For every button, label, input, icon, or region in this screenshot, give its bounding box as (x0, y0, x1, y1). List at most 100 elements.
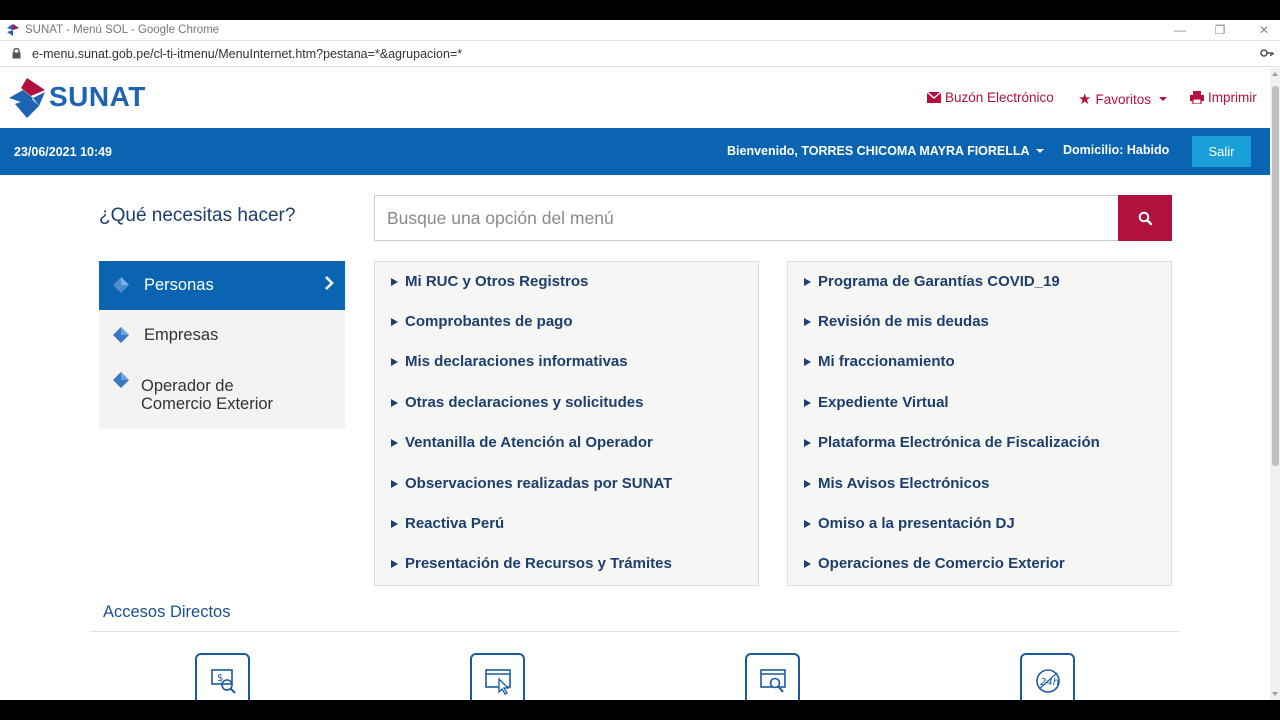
triangle-right-icon (804, 277, 811, 286)
envelope-icon (927, 92, 941, 103)
search-icon (1138, 211, 1152, 225)
menu-item-label: Comprobantes de pago (405, 313, 573, 330)
menu-panel-left: Mi RUC y Otros Registros Comprobantes de… (374, 261, 759, 586)
datetime-text: 23/06/2021 10:49 (14, 145, 113, 159)
user-menu-dropdown[interactable]: Bienvenido, TORRES CHICOMA MAYRA FIORELL… (727, 144, 1044, 158)
shortcut-payment[interactable]: $ (195, 653, 250, 700)
nav-label-line1: Operador de (141, 377, 234, 395)
scroll-up-icon[interactable] (1272, 72, 1278, 76)
menu-item-label: Otras declaraciones y solicitudes (405, 394, 644, 411)
user-band: 23/06/2021 10:49 Bienvenido, TORRES CHIC… (0, 128, 1270, 175)
menu-item-recursos[interactable]: Presentación de Recursos y Trámites (391, 555, 672, 572)
menu-item-ruc[interactable]: Mi RUC y Otros Registros (391, 273, 588, 290)
browser-click-icon (484, 668, 511, 695)
scroll-down-icon[interactable] (1272, 692, 1278, 696)
triangle-right-icon (804, 479, 811, 488)
welcome-text: Bienvenido, TORRES CHICOMA MAYRA FIORELL… (727, 144, 1030, 158)
menu-item-declaraciones-informativas[interactable]: Mis declaraciones informativas (391, 353, 628, 370)
sunat-favicon-icon (7, 24, 19, 36)
scrollbar-thumb[interactable] (1272, 86, 1279, 466)
triangle-right-icon (804, 519, 811, 528)
menu-item-fiscalizacion[interactable]: Plataforma Electrónica de Fiscalización (804, 434, 1100, 451)
star-icon: ★ (1078, 91, 1092, 108)
domicilio-text: Domicilio: Habido (1063, 143, 1170, 157)
menu-item-label: Mis declaraciones informativas (405, 353, 628, 370)
menu-item-avisos[interactable]: Mis Avisos Electrónicos (804, 475, 989, 492)
24h-icon: 24h (1035, 668, 1060, 693)
triangle-right-icon (391, 398, 398, 407)
chevron-right-icon (325, 276, 334, 290)
shortcut-24h[interactable]: 24h (1020, 653, 1075, 700)
menu-item-ventanilla[interactable]: Ventanilla de Atención al Operador (391, 434, 653, 451)
shortcut-browser-click[interactable] (470, 653, 525, 700)
menu-item-label: Mi fraccionamiento (818, 353, 955, 370)
favoritos-dropdown[interactable]: ★ Favoritos (1078, 90, 1167, 108)
window-title: SUNAT - Menú SOL - Google Chrome (25, 24, 220, 36)
nav-item-empresas[interactable]: Empresas (99, 310, 345, 359)
menu-item-label: Observaciones realizadas por SUNAT (405, 475, 673, 492)
printer-icon (1190, 91, 1204, 104)
browser-title-bar: SUNAT - Menú SOL - Google Chrome — ❐ ✕ (0, 20, 1280, 41)
menu-item-label: Reactiva Perú (405, 515, 505, 532)
address-bar[interactable]: e-menu.sunat.gob.pe/cl-ti-itmenu/MenuInt… (0, 41, 1280, 67)
diamond-icon (113, 277, 129, 293)
menu-item-label: Expediente Virtual (818, 394, 949, 411)
menu-item-label: Omiso a la presentación DJ (818, 515, 1015, 532)
triangle-right-icon (804, 317, 811, 326)
menu-item-label: Revisión de mis deudas (818, 313, 989, 330)
nav-label: Personas (144, 276, 214, 294)
diamond-icon (113, 372, 129, 388)
menu-item-deudas[interactable]: Revisión de mis deudas (804, 313, 989, 330)
page: SUNAT Buzón Electrónico ★ Favoritos Impr… (0, 68, 1270, 700)
menu-item-label: Programa de Garantías COVID_19 (818, 273, 1060, 290)
nav-label: Empresas (144, 326, 219, 344)
menu-item-reactiva[interactable]: Reactiva Perú (391, 515, 504, 532)
triangle-right-icon (391, 277, 398, 286)
menu-item-comercio-exterior[interactable]: Operaciones de Comercio Exterior (804, 555, 1065, 572)
restore-icon[interactable]: ❐ (1210, 22, 1230, 38)
search-button[interactable] (1118, 195, 1172, 241)
triangle-right-icon (804, 398, 811, 407)
menu-item-label: Ventanilla de Atención al Operador (405, 434, 653, 451)
menu-panel-right: Programa de Garantías COVID_19 Revisión … (787, 261, 1172, 586)
close-icon[interactable]: ✕ (1254, 22, 1274, 38)
favoritos-label: Favoritos (1095, 91, 1151, 107)
buzon-electronico-link[interactable]: Buzón Electrónico (927, 90, 1054, 105)
salir-button[interactable]: Salir (1192, 136, 1251, 167)
menu-item-expediente[interactable]: Expediente Virtual (804, 394, 949, 411)
menu-item-fraccionamiento[interactable]: Mi fraccionamiento (804, 353, 955, 370)
url-text[interactable]: e-menu.sunat.gob.pe/cl-ti-itmenu/MenuInt… (32, 47, 462, 61)
menu-search-input[interactable] (374, 195, 1118, 241)
accesos-directos-title: Accesos Directos (103, 603, 231, 621)
nav-label-line2: Comercio Exterior (141, 395, 274, 413)
minimize-icon[interactable]: — (1170, 22, 1190, 38)
shortcut-browser-search[interactable] (745, 653, 800, 700)
diamond-icon (113, 327, 129, 343)
vertical-scrollbar[interactable] (1270, 68, 1280, 700)
site-header: SUNAT Buzón Electrónico ★ Favoritos Impr… (0, 68, 1270, 128)
triangle-right-icon (804, 559, 811, 568)
imprimir-link[interactable]: Imprimir (1190, 90, 1257, 105)
key-icon[interactable] (1260, 47, 1274, 59)
triangle-right-icon (391, 559, 398, 568)
logo-text: SUNAT (49, 81, 146, 112)
menu-item-comprobantes[interactable]: Comprobantes de pago (391, 313, 573, 330)
triangle-right-icon (391, 519, 398, 528)
menu-item-omiso[interactable]: Omiso a la presentación DJ (804, 515, 1015, 532)
menu-item-otras-declaraciones[interactable]: Otras declaraciones y solicitudes (391, 394, 643, 411)
menu-item-observaciones[interactable]: Observaciones realizadas por SUNAT (391, 475, 672, 492)
menu-item-label: Plataforma Electrónica de Fiscalización (818, 434, 1100, 451)
payment-icon: $ (210, 668, 236, 694)
nav-item-personas[interactable]: Personas (99, 261, 345, 310)
triangle-right-icon (391, 438, 398, 447)
menu-item-label: Presentación de Recursos y Trámites (405, 555, 672, 572)
menu-item-covid[interactable]: Programa de Garantías COVID_19 (804, 273, 1060, 290)
caret-down-icon (1158, 97, 1167, 101)
sunat-logo[interactable]: SUNAT (9, 78, 169, 118)
nav-item-operador[interactable]: Operador de Comercio Exterior (99, 359, 345, 429)
triangle-right-icon (804, 357, 811, 366)
sunat-logo-icon (9, 78, 45, 118)
browser-search-icon (759, 668, 786, 693)
imprimir-label: Imprimir (1208, 90, 1257, 105)
category-nav: Personas Empresas Operador de Comercio E… (99, 261, 345, 429)
